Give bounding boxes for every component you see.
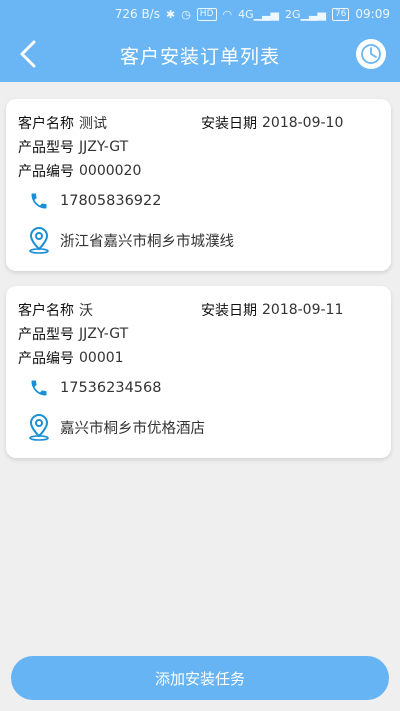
clock-time: 09:09 <box>355 7 390 21</box>
product-model-value: JJZY-GT <box>79 139 129 155</box>
address-row[interactable]: 浙江省嘉兴市桐乡市城濮线 <box>18 219 379 261</box>
order-list: 客户名称 测试 安装日期 2018-09-10 产品型号 JJZY-GT 产品编… <box>6 99 391 473</box>
product-code-row: 产品编号 00001 <box>18 346 379 370</box>
product-model-label: 产品型号 <box>18 327 74 343</box>
add-install-task-button[interactable]: 添加安装任务 <box>11 656 389 700</box>
install-date-value: 2018-09-11 <box>262 302 344 318</box>
bluetooth-icon: ✱ <box>165 7 176 21</box>
alarm-icon: ◷ <box>181 7 191 21</box>
phone-row[interactable]: 17805836922 <box>18 183 379 219</box>
header-bar: 726 B/s ✱ ◷ HD ◠ 4G▁▃▅ 2G▁▃▅ 76 09:09 客户… <box>0 0 400 82</box>
hd-badge: HD <box>196 7 217 21</box>
page-title: 客户安装订单列表 <box>119 46 280 68</box>
address-text: 浙江省嘉兴市桐乡市城濮线 <box>60 233 234 250</box>
network-speed: 726 B/s <box>114 7 160 21</box>
address-row[interactable]: 嘉兴市桐乡市优格酒店 <box>18 406 379 448</box>
install-date-label: 安装日期 <box>201 303 257 319</box>
order-card[interactable]: 客户名称 沃 安装日期 2018-09-11 产品型号 JJZY-GT 产品编号… <box>6 286 391 458</box>
customer-row: 客户名称 测试 安装日期 2018-09-10 <box>18 111 379 135</box>
phone-row[interactable]: 17536234568 <box>18 370 379 406</box>
phone-icon <box>18 191 60 211</box>
wifi-icon: ◠ <box>222 7 233 21</box>
clock-icon <box>361 44 381 64</box>
product-code-label: 产品编号 <box>18 164 74 180</box>
address-text: 嘉兴市桐乡市优格酒店 <box>60 420 205 437</box>
phone-number: 17536234568 <box>60 380 162 396</box>
order-card[interactable]: 客户名称 测试 安装日期 2018-09-10 产品型号 JJZY-GT 产品编… <box>6 99 391 271</box>
product-code-label: 产品编号 <box>18 351 74 367</box>
product-code-value: 0000020 <box>79 163 142 179</box>
customer-row: 客户名称 沃 安装日期 2018-09-11 <box>18 298 379 322</box>
install-date-label: 安装日期 <box>201 116 257 132</box>
product-code-value: 00001 <box>79 350 124 366</box>
phone-icon <box>18 378 60 398</box>
product-code-row: 产品编号 0000020 <box>18 159 379 183</box>
product-model-row: 产品型号 JJZY-GT <box>18 322 379 346</box>
product-model-label: 产品型号 <box>18 140 74 156</box>
signal-icon: 4G▁▃▅ <box>238 7 280 21</box>
phone-number: 17805836922 <box>60 193 162 209</box>
customer-name-value: 沃 <box>79 303 93 319</box>
location-pin-icon <box>18 226 60 254</box>
location-pin-icon <box>18 413 60 441</box>
customer-name-label: 客户名称 <box>18 116 74 132</box>
signal-icon-2: 2G▁▃▅ <box>285 7 326 21</box>
install-date-value: 2018-09-10 <box>262 115 344 131</box>
product-model-value: JJZY-GT <box>79 326 129 342</box>
customer-name-value: 测试 <box>79 116 107 132</box>
product-model-row: 产品型号 JJZY-GT <box>18 135 379 159</box>
history-button[interactable] <box>356 39 386 69</box>
status-bar: 726 B/s ✱ ◷ HD ◠ 4G▁▃▅ 2G▁▃▅ 76 09:09 <box>0 0 400 28</box>
battery-icon: 76 <box>331 7 350 21</box>
customer-name-label: 客户名称 <box>18 303 74 319</box>
